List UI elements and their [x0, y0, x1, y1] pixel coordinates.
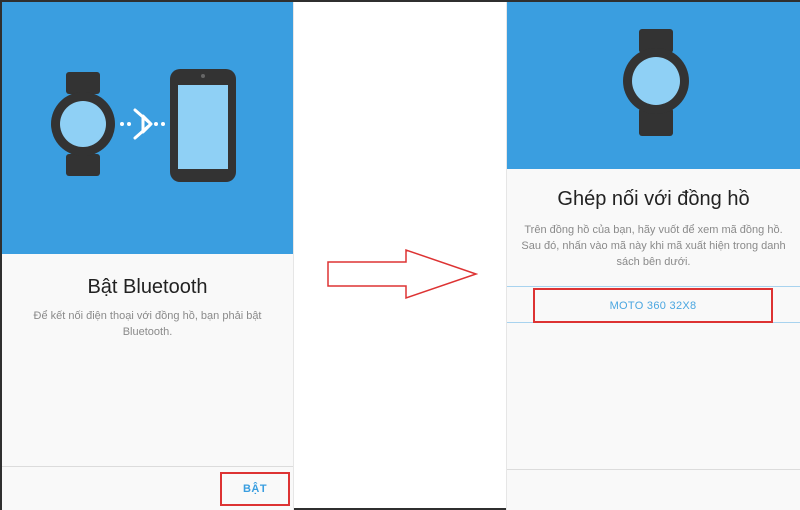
watch-icon	[623, 29, 689, 136]
bluetooth-screen: Bật Bluetooth Để kết nối điện thoại với …	[2, 2, 294, 510]
pairing-description: Trên đồng hồ của bạn, hãy vuốt để xem mã…	[521, 224, 786, 268]
phone-icon	[170, 69, 236, 182]
bluetooth-title: Bật Bluetooth	[87, 276, 208, 298]
pairing-screen: Ghép nối với đồng hồ Trên đồng hồ của bạ…	[506, 2, 800, 510]
arrow-icon	[327, 248, 478, 300]
watch-icon	[51, 72, 115, 176]
bluetooth-icon	[120, 108, 165, 140]
list-divider-top	[507, 286, 800, 287]
enable-bluetooth-button[interactable]: BẬT	[220, 472, 290, 506]
bluetooth-description: Để kết nối điện thoại với đồng hồ, bạn p…	[33, 310, 262, 338]
screenshot-frame: Bật Bluetooth Để kết nối điện thoại với …	[0, 0, 800, 510]
footer-divider	[2, 466, 293, 467]
pairing-title: Ghép nối với đồng hồ	[557, 188, 750, 210]
hero-illustration	[2, 2, 293, 254]
hero-illustration	[507, 2, 800, 169]
watch-device-list-item[interactable]: MOTO 360 32X8	[533, 288, 773, 323]
footer-divider	[507, 469, 800, 470]
